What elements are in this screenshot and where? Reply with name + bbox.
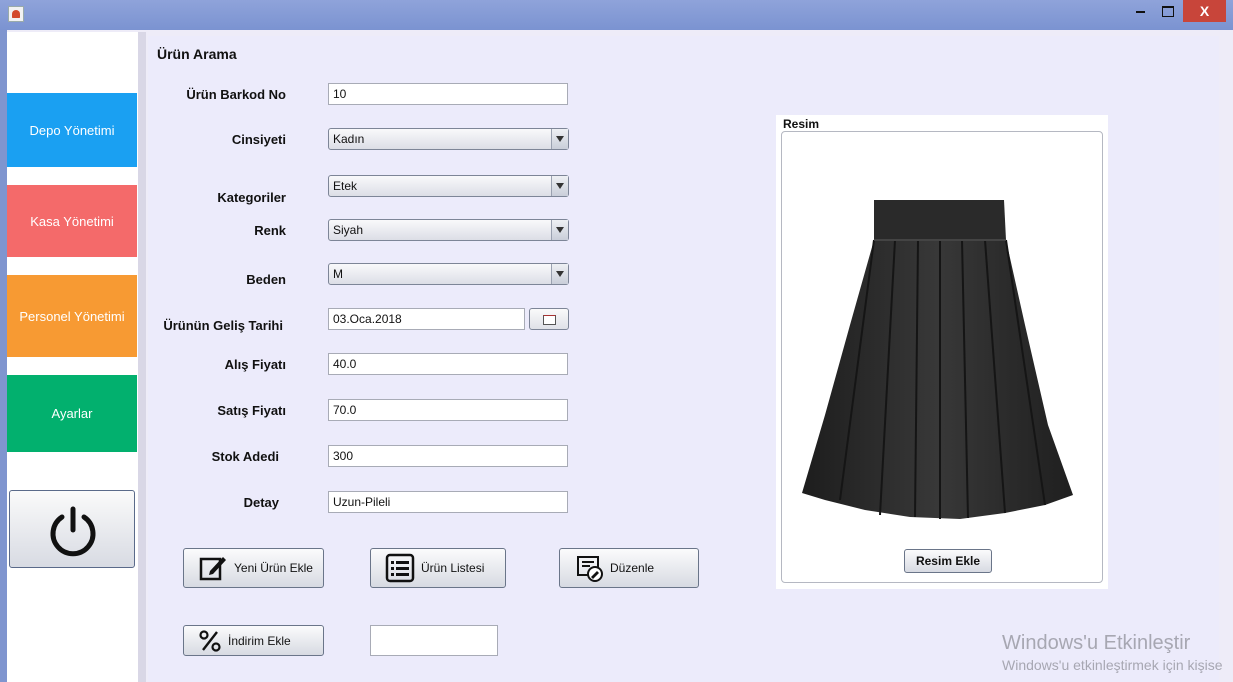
duzenle-label: Düzenle bbox=[610, 561, 655, 575]
document-edit-icon bbox=[577, 556, 603, 582]
beden-label: Beden bbox=[246, 272, 286, 287]
maximize-button[interactable] bbox=[1156, 0, 1180, 22]
alis-fiyati-input[interactable]: 40.0 bbox=[328, 353, 568, 375]
date-picker-button[interactable] bbox=[529, 308, 569, 330]
sidebar-item-label: Ayarlar bbox=[51, 406, 93, 421]
page-title: Ürün Arama bbox=[157, 46, 237, 62]
resim-ekle-button[interactable]: Resim Ekle bbox=[904, 549, 992, 573]
kategori-label: Kategoriler bbox=[217, 190, 286, 205]
yeni-urun-ekle-button[interactable]: Yeni Ürün Ekle bbox=[183, 548, 324, 588]
renk-label: Renk bbox=[254, 223, 286, 238]
edit-icon bbox=[199, 557, 226, 581]
close-button[interactable]: X bbox=[1183, 0, 1226, 22]
cinsiyet-select[interactable]: Kadın bbox=[328, 128, 569, 150]
urun-listesi-button[interactable]: Ürün Listesi bbox=[370, 548, 506, 588]
sidebar-item-label: Depo Yönetimi bbox=[29, 122, 115, 138]
stok-adedi-input[interactable]: 300 bbox=[328, 445, 568, 467]
java-cup-icon bbox=[8, 6, 24, 22]
windows-activation-title: Windows'u Etkinleştir bbox=[1002, 632, 1191, 654]
chevron-down-icon[interactable] bbox=[551, 220, 568, 240]
windows-activation-subtitle: Windows'u etkinleştirmek için kişise bbox=[1002, 657, 1223, 673]
sidebar-item-depo-yonetimi[interactable]: Depo Yönetimi bbox=[7, 93, 137, 167]
satis-fiyati-label: Satış Fiyatı bbox=[217, 403, 286, 418]
sidebar-item-label: Personel Yönetimi bbox=[19, 308, 125, 324]
cinsiyet-selected-value: Kadın bbox=[333, 132, 365, 146]
indirim-ekle-label: İndirim Ekle bbox=[228, 633, 291, 648]
gelis-tarihi-input[interactable]: 03.Oca.2018 bbox=[328, 308, 525, 330]
kategori-selected-value: Etek bbox=[333, 179, 358, 193]
detay-label: Detay bbox=[243, 495, 279, 510]
percent-icon bbox=[199, 629, 221, 652]
sidebar-item-personel-yonetimi[interactable]: Personel Yönetimi bbox=[7, 275, 137, 357]
logout-button[interactable] bbox=[9, 490, 135, 568]
beden-selected-value: M bbox=[333, 267, 343, 281]
indirim-input[interactable] bbox=[370, 625, 498, 656]
gelis-tarihi-label: Ürünün Geliş Tarihi bbox=[163, 318, 283, 333]
resim-title: Resim bbox=[783, 117, 820, 131]
alis-fiyati-label: Alış Fiyatı bbox=[224, 357, 286, 372]
satis-fiyati-input[interactable]: 70.0 bbox=[328, 399, 568, 421]
list-icon bbox=[385, 553, 415, 583]
renk-selected-value: Siyah bbox=[333, 223, 364, 237]
power-icon bbox=[50, 506, 96, 557]
barkod-input[interactable]: 10 bbox=[328, 83, 568, 105]
stok-adedi-label: Stok Adedi bbox=[211, 449, 279, 464]
renk-select[interactable]: Siyah bbox=[328, 219, 569, 241]
detay-input[interactable]: Uzun-Pileli bbox=[328, 491, 568, 513]
sidebar-item-ayarlar[interactable]: Ayarlar bbox=[7, 375, 137, 452]
chevron-down-icon[interactable] bbox=[551, 264, 568, 284]
window-titlebar bbox=[0, 0, 1233, 30]
beden-select[interactable]: M bbox=[328, 263, 569, 285]
cinsiyet-label: Cinsiyeti bbox=[231, 132, 286, 147]
yeni-urun-ekle-label: Yeni Ürün Ekle bbox=[234, 561, 313, 575]
minimize-button[interactable] bbox=[1126, 0, 1154, 22]
kategori-select[interactable]: Etek bbox=[328, 175, 569, 197]
barkod-label: Ürün Barkod No bbox=[186, 87, 286, 102]
chevron-down-icon[interactable] bbox=[551, 176, 568, 196]
sidebar-item-kasa-yonetimi[interactable]: Kasa Yönetimi bbox=[7, 185, 137, 257]
indirim-ekle-button[interactable]: İndirim Ekle bbox=[183, 625, 324, 656]
chevron-down-icon[interactable] bbox=[551, 129, 568, 149]
product-image-skirt bbox=[802, 200, 1073, 519]
calendar-icon bbox=[543, 315, 556, 325]
urun-listesi-label: Ürün Listesi bbox=[421, 561, 485, 575]
duzenle-button[interactable]: Düzenle bbox=[559, 548, 699, 588]
sidebar-item-label: Kasa Yönetimi bbox=[30, 213, 114, 229]
